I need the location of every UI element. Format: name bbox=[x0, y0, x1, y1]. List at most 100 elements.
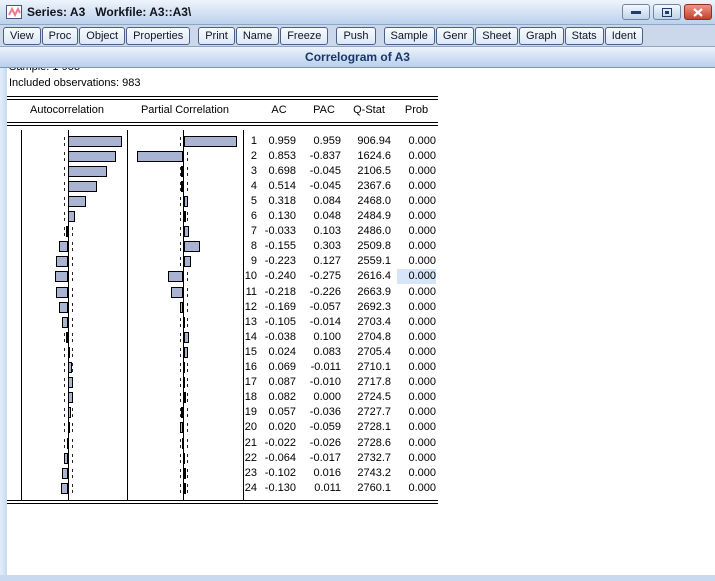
cell-qstat[interactable]: 2710.1 bbox=[347, 360, 391, 375]
cell-prob[interactable]: 0.000 bbox=[397, 330, 436, 345]
toolbar-button-ident[interactable]: Ident bbox=[605, 27, 643, 45]
cell-ac[interactable]: 0.087 bbox=[262, 375, 296, 390]
cell-lag[interactable]: 3 bbox=[234, 164, 257, 179]
cell-pac[interactable]: 0.048 bbox=[307, 209, 341, 224]
cell-lag[interactable]: 10 bbox=[234, 269, 257, 284]
cell-prob[interactable]: 0.000 bbox=[397, 285, 436, 300]
cell-prob[interactable]: 0.000 bbox=[397, 194, 436, 209]
cell-ac[interactable]: 0.069 bbox=[262, 360, 296, 375]
cell-pac[interactable]: -0.045 bbox=[307, 164, 341, 179]
cell-pac[interactable]: 0.016 bbox=[307, 466, 341, 481]
cell-prob[interactable]: 0.000 bbox=[397, 179, 436, 194]
cell-qstat[interactable]: 2509.8 bbox=[347, 239, 391, 254]
cell-prob[interactable]: 0.000 bbox=[397, 300, 436, 315]
cell-ac[interactable]: 0.853 bbox=[262, 149, 296, 164]
cell-ac[interactable]: -0.130 bbox=[262, 481, 296, 496]
cell-qstat[interactable]: 2705.4 bbox=[347, 345, 391, 360]
toolbar-button-print[interactable]: Print bbox=[198, 27, 235, 45]
toolbar-button-push[interactable]: Push bbox=[336, 27, 375, 45]
toolbar-button-stats[interactable]: Stats bbox=[565, 27, 604, 45]
toolbar-button-properties[interactable]: Properties bbox=[126, 27, 190, 45]
cell-ac[interactable]: 0.082 bbox=[262, 390, 296, 405]
cell-prob[interactable]: 0.000 bbox=[397, 375, 436, 390]
toolbar-button-view[interactable]: View bbox=[3, 27, 41, 45]
cell-prob[interactable]: 0.000 bbox=[397, 405, 436, 420]
toolbar-button-freeze[interactable]: Freeze bbox=[280, 27, 328, 45]
maximize-button[interactable] bbox=[653, 4, 681, 20]
cell-lag[interactable]: 14 bbox=[234, 330, 257, 345]
cell-qstat[interactable]: 2724.5 bbox=[347, 390, 391, 405]
cell-prob[interactable]: 0.000 bbox=[397, 451, 436, 466]
cell-prob[interactable]: 0.000 bbox=[397, 315, 436, 330]
cell-lag[interactable]: 6 bbox=[234, 209, 257, 224]
cell-lag[interactable]: 23 bbox=[234, 466, 257, 481]
cell-prob[interactable]: 0.000 bbox=[397, 149, 436, 164]
cell-qstat[interactable]: 2106.5 bbox=[347, 164, 391, 179]
cell-pac[interactable]: 0.100 bbox=[307, 330, 341, 345]
cell-pac[interactable]: 0.000 bbox=[307, 390, 341, 405]
cell-prob[interactable]: 0.000 bbox=[397, 134, 436, 149]
cell-qstat[interactable]: 2367.6 bbox=[347, 179, 391, 194]
cell-pac[interactable]: -0.045 bbox=[307, 179, 341, 194]
toolbar-button-genr[interactable]: Genr bbox=[436, 27, 474, 45]
cell-lag[interactable]: 24 bbox=[234, 481, 257, 496]
cell-prob[interactable]: 0.000 bbox=[397, 481, 436, 496]
cell-ac[interactable]: -0.218 bbox=[262, 285, 296, 300]
cell-lag[interactable]: 15 bbox=[234, 345, 257, 360]
cell-lag[interactable]: 7 bbox=[234, 224, 257, 239]
cell-qstat[interactable]: 2732.7 bbox=[347, 451, 391, 466]
cell-qstat[interactable]: 2717.8 bbox=[347, 375, 391, 390]
cell-pac[interactable]: 0.303 bbox=[307, 239, 341, 254]
cell-qstat[interactable]: 2484.9 bbox=[347, 209, 391, 224]
cell-lag[interactable]: 19 bbox=[234, 405, 257, 420]
cell-ac[interactable]: -0.064 bbox=[262, 451, 296, 466]
cell-ac[interactable]: 0.318 bbox=[262, 194, 296, 209]
cell-ac[interactable]: 0.698 bbox=[262, 164, 296, 179]
cell-qstat[interactable]: 2743.2 bbox=[347, 466, 391, 481]
cell-ac[interactable]: -0.038 bbox=[262, 330, 296, 345]
cell-qstat[interactable]: 2663.9 bbox=[347, 285, 391, 300]
cell-qstat[interactable]: 2703.4 bbox=[347, 315, 391, 330]
cell-prob[interactable]: 0.000 bbox=[397, 390, 436, 405]
cell-qstat[interactable]: 2559.1 bbox=[347, 254, 391, 269]
cell-lag[interactable]: 4 bbox=[234, 179, 257, 194]
cell-lag[interactable]: 8 bbox=[234, 239, 257, 254]
cell-pac[interactable]: -0.026 bbox=[307, 436, 341, 451]
cell-pac[interactable]: 0.083 bbox=[307, 345, 341, 360]
cell-lag[interactable]: 21 bbox=[234, 436, 257, 451]
cell-prob[interactable]: 0.000 bbox=[397, 436, 436, 451]
cell-ac[interactable]: 0.024 bbox=[262, 345, 296, 360]
cell-qstat[interactable]: 2486.0 bbox=[347, 224, 391, 239]
cell-ac[interactable]: 0.514 bbox=[262, 179, 296, 194]
cell-prob[interactable]: 0.000 bbox=[397, 239, 436, 254]
toolbar-button-graph[interactable]: Graph bbox=[519, 27, 564, 45]
close-button[interactable] bbox=[684, 4, 712, 20]
cell-ac[interactable]: -0.169 bbox=[262, 300, 296, 315]
cell-pac[interactable]: 0.084 bbox=[307, 194, 341, 209]
cell-qstat[interactable]: 2704.8 bbox=[347, 330, 391, 345]
cell-lag[interactable]: 12 bbox=[234, 300, 257, 315]
cell-ac[interactable]: 0.959 bbox=[262, 134, 296, 149]
cell-pac[interactable]: -0.837 bbox=[307, 149, 341, 164]
cell-prob[interactable]: 0.000 bbox=[397, 209, 436, 224]
cell-qstat[interactable]: 2692.3 bbox=[347, 300, 391, 315]
cell-ac[interactable]: -0.105 bbox=[262, 315, 296, 330]
cell-pac[interactable]: 0.011 bbox=[307, 481, 341, 496]
cell-lag[interactable]: 16 bbox=[234, 360, 257, 375]
cell-qstat[interactable]: 2760.1 bbox=[347, 481, 391, 496]
cell-pac[interactable]: 0.103 bbox=[307, 224, 341, 239]
cell-pac[interactable]: -0.010 bbox=[307, 375, 341, 390]
cell-pac[interactable]: -0.059 bbox=[307, 420, 341, 435]
toolbar-button-sample[interactable]: Sample bbox=[384, 27, 435, 45]
cell-lag[interactable]: 17 bbox=[234, 375, 257, 390]
cell-ac[interactable]: -0.155 bbox=[262, 239, 296, 254]
cell-pac[interactable]: -0.275 bbox=[307, 269, 341, 284]
cell-ac[interactable]: 0.020 bbox=[262, 420, 296, 435]
cell-prob[interactable]: 0.000 bbox=[397, 345, 436, 360]
cell-prob[interactable]: 0.000 bbox=[397, 269, 436, 284]
cell-lag[interactable]: 20 bbox=[234, 420, 257, 435]
cell-pac[interactable]: -0.057 bbox=[307, 300, 341, 315]
cell-qstat[interactable]: 2728.1 bbox=[347, 420, 391, 435]
cell-lag[interactable]: 11 bbox=[234, 285, 257, 300]
minimize-button[interactable] bbox=[622, 4, 650, 20]
